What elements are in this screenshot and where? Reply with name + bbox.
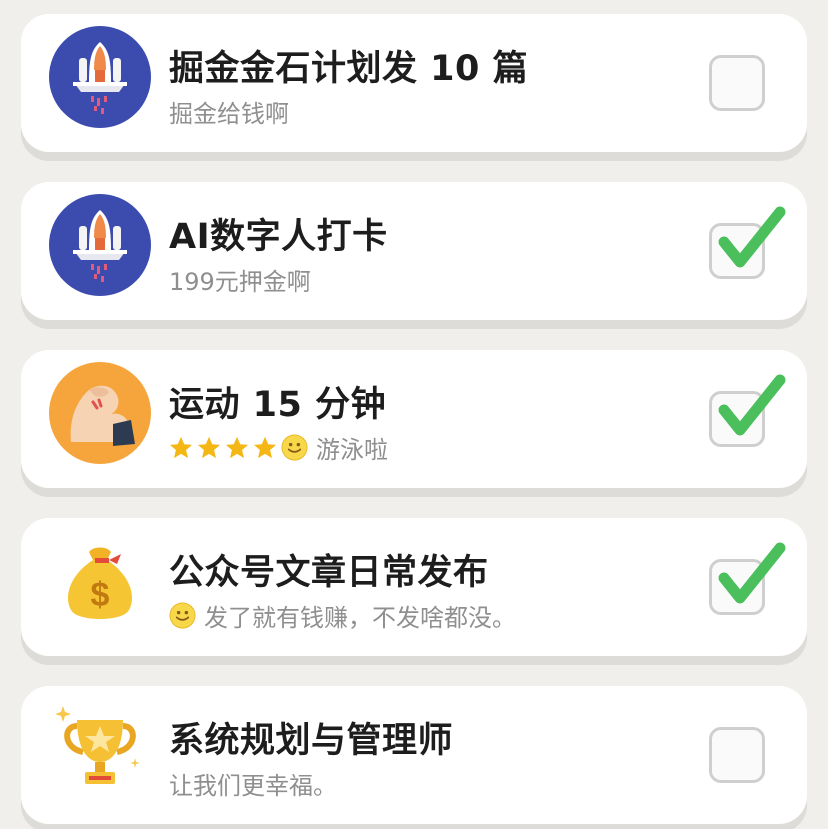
task-subtitle-text: 199元押金啊 bbox=[169, 268, 311, 296]
task-title: AI数字人打卡 bbox=[169, 217, 388, 257]
star-icon bbox=[169, 436, 193, 460]
task-title: 公众号文章日常发布 bbox=[169, 553, 489, 593]
task-card[interactable]: 掘金金石计划发 10 篇 掘金给钱啊 bbox=[21, 14, 807, 152]
task-checkbox[interactable] bbox=[709, 727, 765, 783]
checkmark-icon bbox=[710, 540, 786, 612]
task-title: 系统规划与管理师 bbox=[169, 721, 454, 761]
star-icon bbox=[225, 436, 249, 460]
trophy-icon bbox=[49, 698, 151, 800]
star-icon bbox=[253, 436, 277, 460]
task-title: 掘金金石计划发 10 篇 bbox=[169, 49, 529, 89]
smiley-face-icon bbox=[169, 602, 196, 629]
task-subtitle: 让我们更幸福。 bbox=[169, 766, 337, 801]
checkmark-icon bbox=[710, 372, 786, 444]
task-card[interactable]: 运动 15 分钟 游泳啦 bbox=[21, 350, 807, 488]
task-card[interactable]: 系统规划与管理师 让我们更幸福。 bbox=[21, 686, 807, 824]
task-subtitle-text: 游泳啦 bbox=[316, 436, 388, 464]
rocket-icon bbox=[49, 26, 151, 128]
task-subtitle-text: 让我们更幸福。 bbox=[169, 772, 337, 800]
task-title: 运动 15 分钟 bbox=[169, 385, 387, 425]
task-subtitle: 发了就有钱赚，不发啥都没。 bbox=[169, 598, 516, 633]
rocket-icon bbox=[49, 194, 151, 296]
checkmark-icon bbox=[710, 204, 786, 276]
star-icon bbox=[197, 436, 221, 460]
task-subtitle: 掘金给钱啊 bbox=[169, 94, 289, 129]
task-checkbox[interactable] bbox=[709, 223, 765, 279]
task-subtitle: 199元押金啊 bbox=[169, 262, 311, 297]
task-subtitle: 游泳啦 bbox=[169, 430, 388, 465]
money-bag-icon bbox=[49, 530, 151, 632]
task-checkbox[interactable] bbox=[709, 559, 765, 615]
task-checkbox[interactable] bbox=[709, 55, 765, 111]
task-card[interactable]: AI数字人打卡 199元押金啊 bbox=[21, 182, 807, 320]
task-subtitle-text: 发了就有钱赚，不发啥都没。 bbox=[204, 604, 516, 632]
task-subtitle-text: 掘金给钱啊 bbox=[169, 100, 289, 128]
task-checkbox[interactable] bbox=[709, 391, 765, 447]
task-card[interactable]: 公众号文章日常发布 发了就有钱赚，不发啥都没。 bbox=[21, 518, 807, 656]
muscle-arm-icon bbox=[49, 362, 151, 464]
smiley-face-icon bbox=[281, 434, 308, 461]
